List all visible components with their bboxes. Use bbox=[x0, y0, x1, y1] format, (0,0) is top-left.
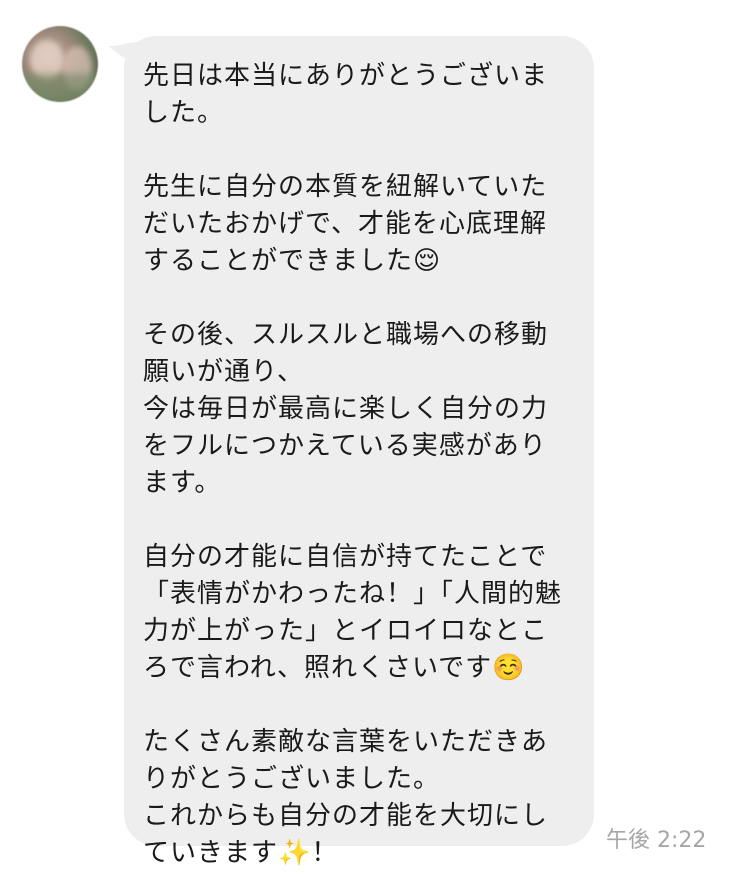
chat-message-row: 先日は本当にありがとうございました。 先生に自分の本質を紐解いていただいたおかげ… bbox=[0, 0, 742, 885]
message-bubble[interactable]: 先日は本当にありがとうございました。 先生に自分の本質を紐解いていただいたおかげ… bbox=[124, 36, 594, 868]
message-text: 先日は本当にありがとうございました。 先生に自分の本質を紐解いていただいたおかげ… bbox=[143, 61, 563, 868]
message-timestamp: 午後 2:22 bbox=[606, 828, 707, 853]
sender-avatar[interactable] bbox=[22, 26, 98, 102]
avatar-photo-detail bbox=[22, 74, 98, 102]
